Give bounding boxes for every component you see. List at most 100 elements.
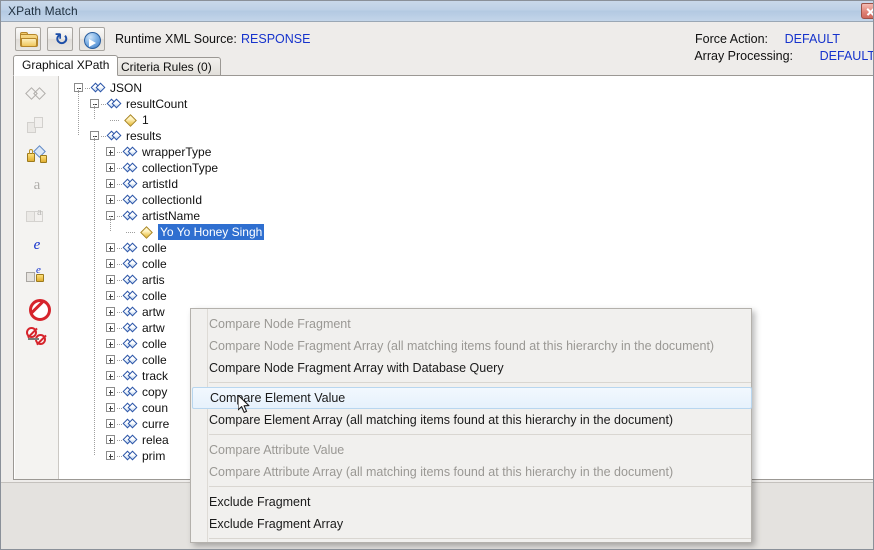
xml-node-icon <box>106 98 123 110</box>
menu-item[interactable]: Compare Element Array (all matching item… <box>192 409 752 431</box>
menu-separator <box>209 538 751 539</box>
compare-node-fragment-array-icon[interactable] <box>26 114 48 136</box>
tree-connector <box>117 424 123 425</box>
compare-attribute-value-icon[interactable]: e <box>26 234 48 256</box>
tree-node-label: colle <box>142 353 167 367</box>
xml-node-icon <box>122 322 139 334</box>
menu-item[interactable]: Compare Element Value <box>192 387 752 409</box>
compare-attribute-array-icon[interactable]: e <box>26 264 48 286</box>
tree-connector <box>117 152 123 153</box>
tree-connector <box>117 168 123 169</box>
array-processing-label: Array Processing: <box>694 49 793 63</box>
tree-node-label: colle <box>142 241 167 255</box>
tree-connector <box>117 264 123 265</box>
expand-icon[interactable] <box>106 307 115 316</box>
compare-element-value-icon[interactable]: a <box>26 174 48 196</box>
xml-node-icon <box>90 82 107 94</box>
expand-icon[interactable] <box>106 387 115 396</box>
tree-node[interactable]: colle <box>60 240 873 256</box>
tree-node[interactable]: collectionType <box>60 160 873 176</box>
expand-icon[interactable] <box>106 259 115 268</box>
tree-node[interactable]: artis <box>60 272 873 288</box>
tree-connector <box>117 280 123 281</box>
tree-node[interactable]: collectionId <box>60 192 873 208</box>
tree-connector <box>117 456 123 457</box>
tree-connector <box>117 328 123 329</box>
array-processing-value[interactable]: DEFAULT <box>820 49 873 63</box>
tree-node[interactable]: 1 <box>60 112 873 128</box>
open-file-button[interactable] <box>15 27 41 51</box>
expand-icon[interactable] <box>106 243 115 252</box>
tree-guide-line <box>110 216 111 232</box>
xml-node-icon <box>122 290 139 302</box>
tree-node[interactable]: JSON <box>60 80 873 96</box>
expand-icon[interactable] <box>106 419 115 428</box>
tab-criteria-rules[interactable]: Criteria Rules (0) <box>112 57 221 76</box>
tree-connector <box>117 360 123 361</box>
tree-node[interactable]: results <box>60 128 873 144</box>
folder-open-icon <box>20 32 38 47</box>
tree-node[interactable]: artistName <box>60 208 873 224</box>
force-action-value[interactable]: DEFAULT <box>785 32 840 46</box>
refresh-button[interactable]: ↻ <box>47 27 73 51</box>
exclude-fragment-icon[interactable] <box>26 296 51 321</box>
tree-node[interactable]: Yo Yo Honey Singh <box>60 224 873 240</box>
tree-guide-line <box>94 104 95 120</box>
xml-node-icon <box>122 274 139 286</box>
xpath-match-window: XPath Match ↻ Runtime XML Source: RESPON… <box>0 0 874 550</box>
tree-node-label: prim <box>142 449 166 463</box>
xml-node-icon <box>106 130 123 142</box>
xml-node-icon <box>122 146 139 158</box>
tree-node[interactable]: artistId <box>60 176 873 192</box>
expand-icon[interactable] <box>106 147 115 156</box>
tree-node-label: wrapperType <box>142 145 212 159</box>
tree-connector <box>117 216 123 217</box>
expand-icon[interactable] <box>106 275 115 284</box>
action-toolbar: a a e e <box>15 76 59 479</box>
expand-icon[interactable] <box>106 195 115 204</box>
xml-node-icon <box>122 450 139 462</box>
compare-node-fragment-icon[interactable] <box>25 84 48 106</box>
expand-icon[interactable] <box>106 163 115 172</box>
tree-node[interactable]: wrapperType <box>60 144 873 160</box>
expand-icon[interactable] <box>106 323 115 332</box>
menu-item[interactable]: Exclude Fragment <box>192 491 752 513</box>
tree-node-label: collectionType <box>142 161 219 175</box>
menu-item[interactable]: Exclude Fragment Array <box>192 513 752 535</box>
expand-icon[interactable] <box>106 435 115 444</box>
expand-icon[interactable] <box>106 451 115 460</box>
tree-guide-line <box>94 136 95 456</box>
runtime-source-value[interactable]: RESPONSE <box>241 32 310 46</box>
tree-connector <box>110 120 120 121</box>
tree-node[interactable]: colle <box>60 256 873 272</box>
expand-icon[interactable] <box>106 291 115 300</box>
expand-icon[interactable] <box>106 339 115 348</box>
expand-icon[interactable] <box>106 371 115 380</box>
tree-node-label: Yo Yo Honey Singh <box>158 224 265 240</box>
tree-node-label: artistName <box>142 209 201 223</box>
tree-node[interactable]: colle <box>60 288 873 304</box>
xml-node-icon <box>122 258 139 270</box>
expand-icon[interactable] <box>106 179 115 188</box>
tree-node-label: 1 <box>142 113 149 127</box>
close-icon[interactable] <box>861 3 873 19</box>
compare-node-fragment-database-icon[interactable] <box>26 144 48 166</box>
tree-connector <box>101 104 107 105</box>
xml-node-icon <box>122 194 139 206</box>
menu-item[interactable]: Compare Node Fragment Array with Databas… <box>192 357 752 379</box>
menu-separator <box>209 486 751 487</box>
tab-graphical-xpath[interactable]: Graphical XPath <box>13 55 119 76</box>
tree-node-label: artw <box>142 321 165 335</box>
expand-icon[interactable] <box>106 403 115 412</box>
window-title: XPath Match <box>8 4 78 18</box>
tree-connector <box>117 312 123 313</box>
exclude-fragment-array-icon[interactable] <box>26 326 48 348</box>
tree-node[interactable]: resultCount <box>60 96 873 112</box>
xml-node-icon <box>122 354 139 366</box>
expand-icon[interactable] <box>106 355 115 364</box>
compare-element-array-icon[interactable]: a <box>26 204 48 226</box>
tree-node-label: colle <box>142 289 167 303</box>
go-button[interactable] <box>79 27 105 51</box>
xml-node-icon <box>122 210 139 222</box>
context-menu: Compare Node Fragment Compare Node Fragme… <box>190 308 752 543</box>
